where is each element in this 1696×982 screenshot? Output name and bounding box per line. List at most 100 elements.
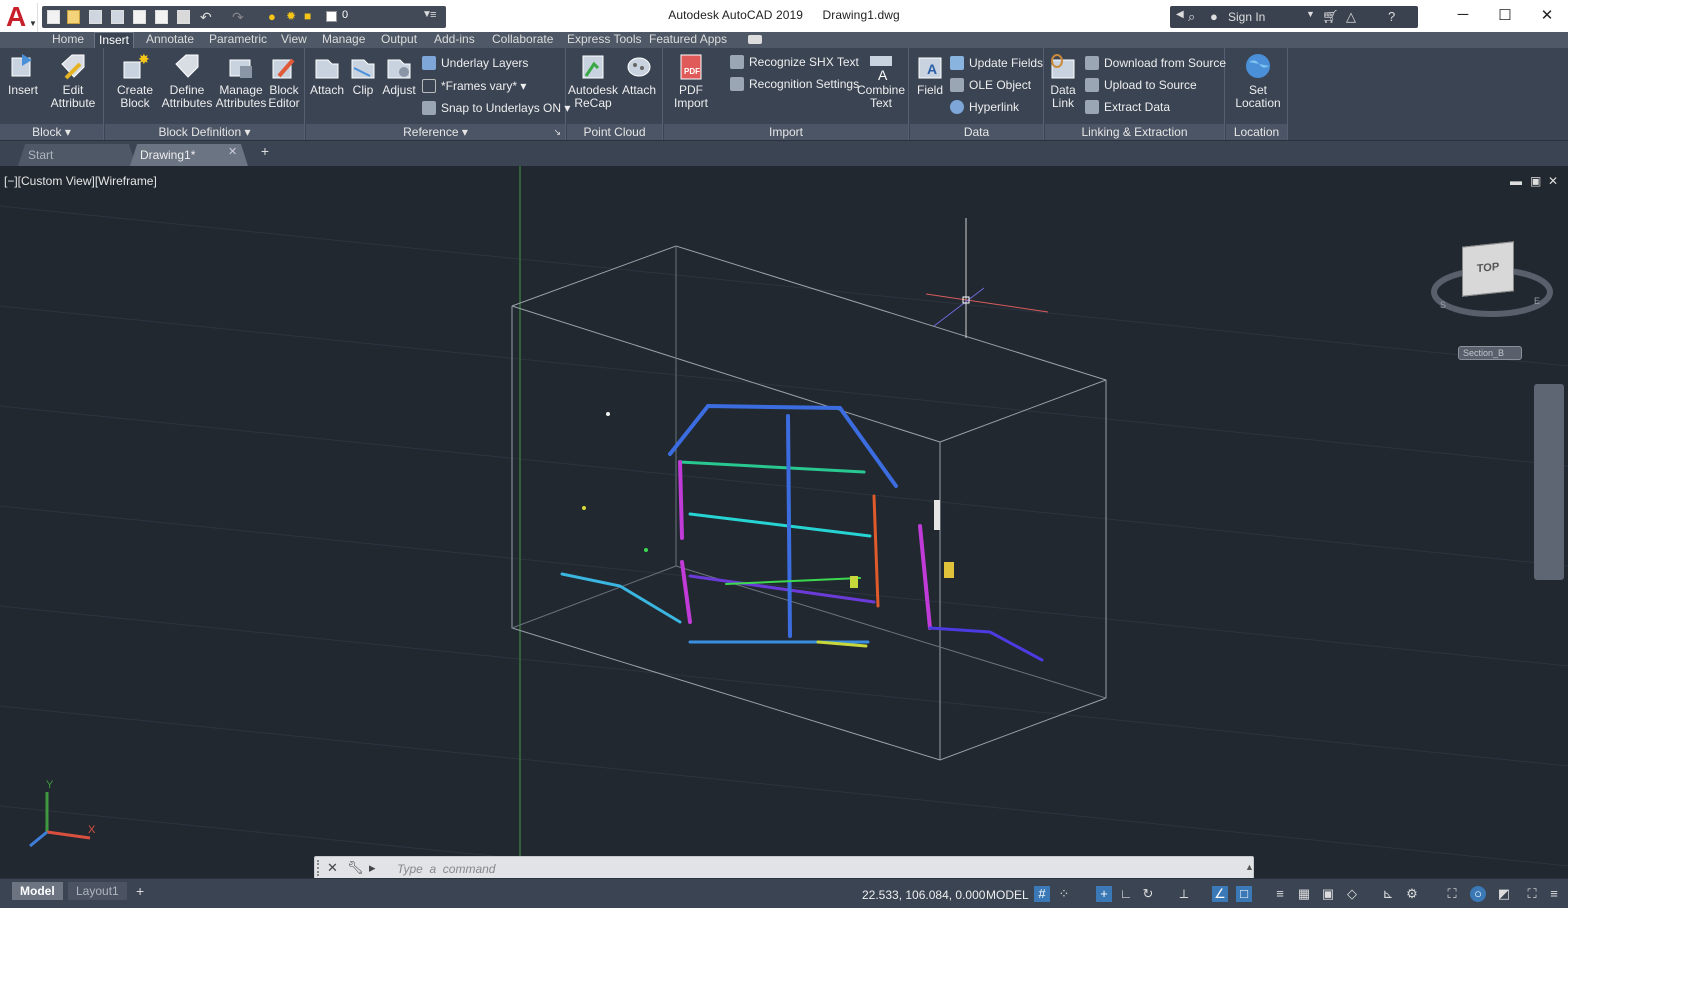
transparency-icon[interactable]: ▦ [1296, 886, 1312, 902]
coordinate-readout[interactable]: 22.533, 106.084, 0.000 [862, 888, 985, 902]
user-icon[interactable]: ● [1210, 9, 1218, 24]
tab-view[interactable]: View [281, 32, 307, 48]
isolate-objects-icon[interactable]: ○ [1470, 886, 1486, 902]
recap-icon [582, 55, 604, 79]
tab-home[interactable]: Home [52, 32, 84, 48]
object-snap-icon[interactable]: □ [1236, 886, 1252, 902]
ribbon-minimize-toggle[interactable] [748, 35, 762, 44]
edit-attribute-button[interactable]: Edit Attribute [46, 52, 100, 110]
tab-output[interactable]: Output [381, 32, 417, 48]
selection-cycling-icon[interactable]: ▣ [1320, 886, 1336, 902]
panel-linking-extraction: Data Link Download from Source Upload to… [1045, 48, 1226, 140]
new-tab-button[interactable]: + [258, 144, 272, 159]
add-layout-button[interactable]: + [128, 882, 152, 900]
help-icon[interactable]: ? [1388, 9, 1395, 24]
viewport-controls-label[interactable]: [−][Custom View][Wireframe] [4, 174, 157, 188]
pdf-import-button[interactable]: PDF PDF Import [668, 52, 714, 110]
create-block-button[interactable]: ✸ Create Block [111, 52, 159, 110]
tab-insert[interactable]: Insert [94, 32, 134, 48]
cart-icon[interactable]: 🛒︎ [1322, 9, 1339, 25]
panel-title-block[interactable]: Block ▾ [0, 124, 103, 140]
viewport-minimize-icon[interactable]: ▬ [1510, 174, 1522, 188]
command-line-grip[interactable] [317, 860, 322, 876]
set-location-button[interactable]: Set Location [1230, 52, 1286, 110]
block-editor-button[interactable]: Block Editor [265, 52, 303, 110]
manage-attributes-button[interactable]: Manage Attributes [215, 52, 267, 110]
command-input[interactable] [397, 860, 1217, 877]
settings-icon [730, 77, 744, 91]
snap-underlays-dropdown[interactable]: Snap to Underlays ON ▾ [422, 99, 570, 117]
tab-add-ins[interactable]: Add-ins [434, 32, 475, 48]
3d-osnap-icon[interactable]: ◇ [1344, 886, 1360, 902]
data-link-button[interactable]: Data Link [1045, 52, 1081, 110]
annotation-scale-icon[interactable]: ⛶ [1444, 886, 1460, 902]
tab-express-tools[interactable]: Express Tools [567, 32, 641, 48]
combine-text-button[interactable]: A Combine Text [856, 52, 906, 110]
clip-button[interactable]: Clip [348, 52, 378, 97]
grid-icon[interactable]: # [1034, 886, 1050, 902]
ortho-icon[interactable]: ∟ [1118, 886, 1134, 902]
binoculars-icon[interactable]: ⌕ [1188, 9, 1195, 25]
ucs-dynamic-icon[interactable]: ⊾ [1380, 886, 1396, 902]
lineweight-icon[interactable]: ≡ [1272, 886, 1288, 902]
panel-launcher-icon[interactable]: ↘ [553, 124, 561, 140]
wrench-icon[interactable]: 🔧︎ [347, 860, 364, 876]
infer-constraints-icon[interactable]: + [1096, 886, 1112, 902]
file-tab-start[interactable]: Start [18, 144, 136, 166]
drawing-viewport[interactable]: Y X [−][Custom View][Wireframe] ▬ ▣ ✕ S … [0, 166, 1568, 878]
chevron-left-icon[interactable]: ◀ [1176, 9, 1184, 20]
minimize-button[interactable]: ─ [1448, 6, 1478, 26]
tab-manage[interactable]: Manage [322, 32, 365, 48]
recognize-shx-button[interactable]: Recognize SHX Text [730, 53, 859, 71]
autodesk-a360-icon[interactable]: △ [1346, 9, 1356, 25]
underlay-layers-button[interactable]: Underlay Layers [422, 54, 528, 72]
model-space-canvas[interactable]: Y X [0, 166, 1568, 878]
viewport-restore-icon[interactable]: ▣ [1530, 174, 1541, 188]
define-attributes-button[interactable]: Define Attributes [161, 52, 213, 110]
autodesk-recap-button[interactable]: Autodesk ReCap [567, 52, 619, 110]
gear-icon[interactable]: ⚙ [1404, 886, 1420, 902]
snap-mode-icon[interactable]: ⁘ [1056, 886, 1072, 902]
customization-menu-icon[interactable]: ≡ [1546, 886, 1562, 902]
sign-in-button[interactable]: Sign In [1228, 10, 1265, 24]
object-snap-tracking-icon[interactable]: ∠ [1212, 886, 1228, 902]
attach-button[interactable]: Attach [308, 52, 346, 97]
hardware-acceleration-icon[interactable]: ◩ [1496, 886, 1512, 902]
maximize-button[interactable]: ☐ [1490, 6, 1520, 26]
hyperlink-button[interactable]: Hyperlink [950, 98, 1019, 116]
viewcube[interactable]: S E TOP [1430, 226, 1560, 326]
command-history-icon[interactable]: ▲ [1245, 862, 1254, 872]
frames-dropdown[interactable]: *Frames vary* ▾ [422, 77, 526, 95]
navigation-bar[interactable] [1534, 384, 1564, 580]
viewport-close-icon[interactable]: ✕ [1548, 174, 1558, 188]
download-from-source-button[interactable]: Download from Source [1085, 54, 1226, 72]
adjust-button[interactable]: Adjust [380, 52, 418, 97]
tab-parametric[interactable]: Parametric [209, 32, 267, 48]
polar-tracking-icon[interactable]: ↻ [1140, 886, 1156, 902]
ucs-menu[interactable]: Section_B [1458, 346, 1522, 360]
panel-title-block-definition[interactable]: Block Definition ▾ [105, 124, 304, 140]
update-fields-button[interactable]: Update Fields [950, 54, 1043, 72]
model-space-toggle[interactable]: MODEL [986, 888, 1029, 902]
insert-button[interactable]: Insert [4, 52, 42, 97]
tab-featured-apps[interactable]: Featured Apps [649, 32, 727, 48]
point-cloud-attach-button[interactable]: Attach [619, 52, 659, 97]
isometric-icon[interactable]: ⟂ [1176, 886, 1192, 902]
close-command-line-icon[interactable]: ✕ [327, 860, 338, 876]
layout-tab-model[interactable]: Model [12, 882, 63, 900]
tab-collaborate[interactable]: Collaborate [492, 32, 553, 48]
close-tab-icon[interactable]: ✕ [228, 145, 237, 158]
close-button[interactable]: ✕ [1532, 6, 1562, 26]
ole-object-button[interactable]: OLE Object [950, 76, 1031, 94]
viewcube-top-face[interactable]: TOP [1462, 241, 1514, 297]
recognition-settings-button[interactable]: Recognition Settings [730, 75, 859, 93]
tab-annotate[interactable]: Annotate [146, 32, 194, 48]
field-button[interactable]: A Field [912, 52, 948, 97]
upload-to-source-button[interactable]: Upload to Source [1085, 76, 1197, 94]
command-prompt-icon[interactable]: ▸ [369, 860, 376, 876]
layout-tab-layout1[interactable]: Layout1 [68, 882, 127, 900]
panel-title-reference[interactable]: Reference ▾ ↘ [306, 124, 565, 140]
clean-screen-icon[interactable]: ⛶ [1524, 886, 1540, 902]
extract-data-button[interactable]: Extract Data [1085, 98, 1170, 116]
chevron-down-icon[interactable]: ▼ [1306, 9, 1315, 19]
